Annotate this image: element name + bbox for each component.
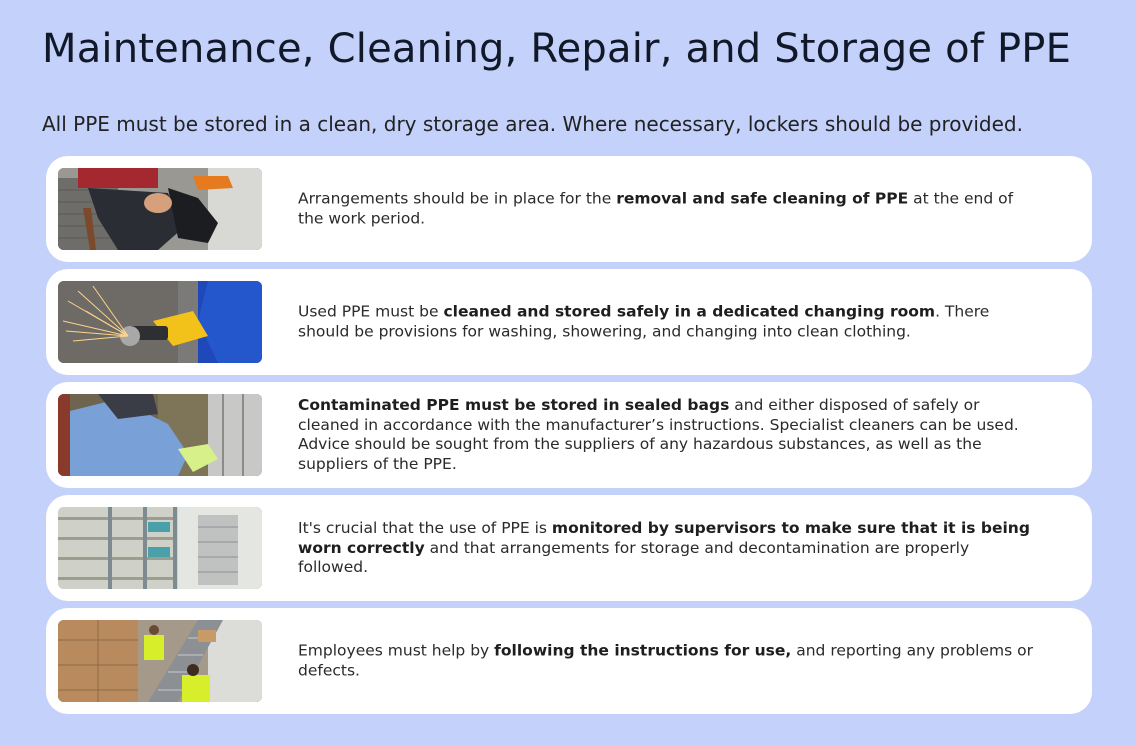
protective-suit-photo [58,394,262,476]
card-changing-room: Used PPE must be cleaned and stored safe… [46,269,1092,375]
safety-boots-photo [58,168,262,250]
card-text: It's crucial that the use of PPE is moni… [298,518,1030,576]
page-title: Maintenance, Cleaning, Repair, and Stora… [42,26,1072,72]
storage-shelves-photo [58,507,262,589]
card-contaminated-ppe: Contaminated PPE must be stored in seale… [46,382,1092,488]
card-text: Contaminated PPE must be stored in seale… [298,396,1019,473]
angle-grinder-photo [58,281,262,363]
card-text: Used PPE must be cleaned and stored safe… [298,302,990,341]
card-removal-cleaning: Arrangements should be in place for the … [46,156,1092,262]
card-employee-instructions: Employees must help by following the ins… [46,608,1092,714]
warehouse-conveyor-photo [58,620,262,702]
card-text: Arrangements should be in place for the … [298,189,1014,228]
intro-text: All PPE must be stored in a clean, dry s… [42,112,1023,136]
card-text: Employees must help by following the ins… [298,641,1033,680]
card-list: Arrangements should be in place for the … [46,156,1092,721]
card-supervisor-monitoring: It's crucial that the use of PPE is moni… [46,495,1092,601]
